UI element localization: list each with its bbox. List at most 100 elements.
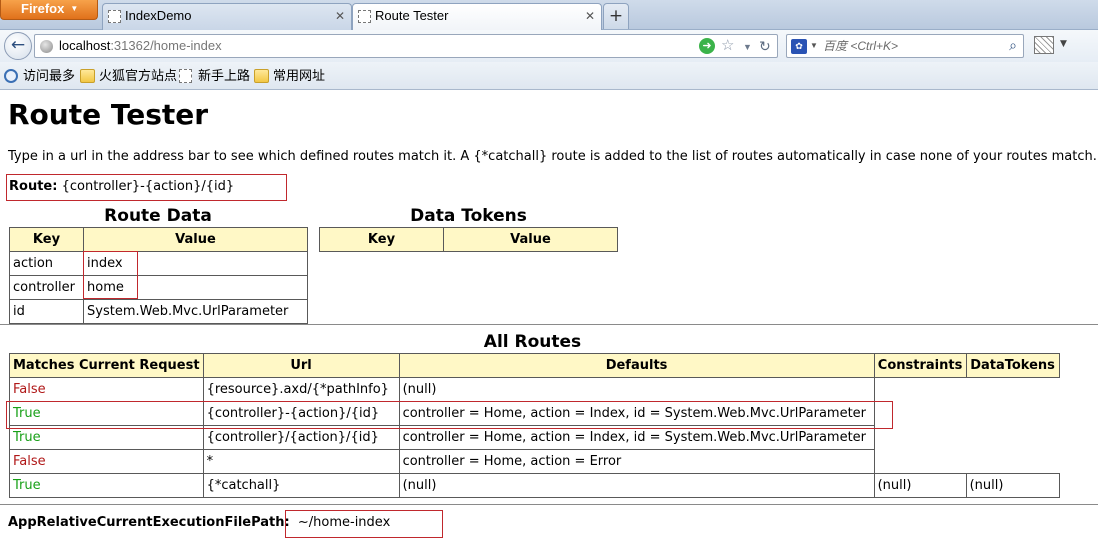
page-icon [358, 10, 371, 23]
constraints-cell [874, 450, 966, 474]
column-header: Key [319, 227, 444, 252]
table-row: controller home [9, 275, 308, 300]
tab-route-tester[interactable]: Route Tester ✕ [352, 3, 602, 31]
match-cell: False [9, 449, 204, 474]
table-cell: id [9, 299, 84, 324]
close-icon[interactable]: ✕ [335, 4, 345, 28]
column-header: Matches Current Request [9, 353, 204, 378]
tokens-cell [966, 402, 1059, 426]
column-header: Value [83, 227, 308, 252]
table-cell: controller [9, 275, 84, 300]
column-header: DataTokens [965, 353, 1060, 378]
bookmark-common-sites[interactable]: 常用网址 [254, 67, 325, 85]
table-row: True {controller}/{action}/{id} controll… [9, 425, 1060, 450]
tokens-cell: (null) [965, 473, 1060, 498]
bookmark-label: 访问最多 [23, 68, 76, 83]
constraints-cell [874, 426, 966, 450]
intro-text: Type in a url in the address bar to see … [8, 149, 1097, 164]
tab-title: IndexDemo [125, 8, 192, 23]
table-cell: action [9, 251, 84, 276]
current-route: Route: {controller}-{action}/{id} [9, 179, 234, 195]
folder-icon [80, 69, 95, 83]
column-header: Constraints [873, 353, 967, 378]
table-row: False * controller = Home, action = Erro… [9, 449, 1060, 474]
execution-path-label: AppRelativeCurrentExecutionFilePath: [8, 515, 290, 530]
address-bar[interactable]: localhost:31362/home-index ➜ ☆ ▼ ↻ [34, 34, 778, 58]
page-icon [108, 10, 121, 23]
defaults-cell: (null) [398, 473, 875, 498]
tokens-cell [966, 426, 1059, 450]
route-label: Route: [9, 179, 58, 194]
globe-icon [40, 40, 53, 53]
url-cell: * [202, 449, 400, 474]
bookmark-label: 火狐官方站点 [99, 68, 178, 83]
route-data-highlight-box [83, 251, 138, 299]
firefox-menu-label: Firefox [21, 1, 65, 16]
url-cell: {resource}.axd/{*pathInfo} [202, 377, 400, 402]
most-visited-icon [4, 69, 18, 83]
table-row: True {*catchall} (null) (null) (null) [9, 473, 1060, 498]
table-header-row: Key Value [9, 227, 308, 252]
tab-strip: Firefox ▼ IndexDemo ✕ Route Tester ✕ + [0, 0, 1098, 31]
match-cell: False [9, 377, 204, 402]
chevron-down-icon[interactable]: ▼ [810, 41, 818, 50]
paw-icon[interactable]: ✿ [791, 39, 807, 54]
column-header: Value [443, 227, 618, 252]
table-header-row: Key Value [319, 227, 618, 252]
table-row: id System.Web.Mvc.UrlParameter [9, 299, 308, 324]
new-tab-button[interactable]: + [603, 3, 629, 29]
constraints-cell: (null) [873, 473, 967, 498]
toolbar-addon-icon[interactable] [1034, 36, 1054, 54]
page-content: Route Tester Type in a url in the addres… [0, 91, 1098, 543]
search-icon[interactable]: ⌕ [1009, 37, 1017, 54]
url-input[interactable]: localhost:31362/home-index [59, 35, 222, 57]
arrow-left-icon: ← [10, 35, 26, 55]
tokens-cell [966, 378, 1059, 402]
navigation-toolbar: ← localhost:31362/home-index ➜ ☆ ▼ ↻ ✿ ▼… [0, 30, 1098, 62]
defaults-cell: controller = Home, action = Index, id = … [398, 425, 875, 450]
route-value: {controller}-{action}/{id} [61, 179, 235, 194]
chevron-down-icon[interactable]: ▼ [743, 36, 752, 58]
column-header: Url [202, 353, 400, 378]
constraints-cell [874, 378, 966, 402]
column-header: Key [9, 227, 84, 252]
defaults-cell: controller = Home, action = Error [398, 449, 875, 474]
go-arrow-icon[interactable]: ➜ [699, 38, 715, 54]
bookmarks-toolbar: 访问最多 火狐官方站点 新手上路 常用网址 [0, 62, 1098, 90]
tokens-cell [966, 450, 1059, 474]
url-path: :31362/home-index [110, 38, 222, 53]
section-divider [0, 504, 1098, 505]
star-icon[interactable]: ☆ [721, 35, 734, 57]
matched-route-highlight-box [6, 401, 893, 429]
folder-icon [254, 69, 269, 83]
table-row: action index [9, 251, 308, 276]
section-divider [0, 324, 1098, 325]
tab-indexdemo[interactable]: IndexDemo ✕ [102, 3, 352, 30]
route-data-table: Key Value action index controller home i… [9, 227, 308, 324]
url-host: localhost [59, 38, 111, 53]
match-cell: True [9, 425, 204, 450]
url-cell: {controller}/{action}/{id} [202, 425, 400, 450]
match-cell: True [9, 473, 204, 498]
chevron-down-icon[interactable]: ▼ [1060, 39, 1067, 49]
search-bar[interactable]: ✿ ▼ 百度 <Ctrl+K> ⌕ [786, 34, 1024, 58]
data-tokens-caption: Data Tokens [410, 206, 527, 226]
route-data-caption: Route Data [104, 206, 212, 226]
table-header-row: Matches Current Request Url Defaults Con… [9, 353, 1060, 378]
column-header: Defaults [398, 353, 875, 378]
page-icon [179, 69, 192, 83]
bookmark-firefox-official[interactable]: 火狐官方站点 [80, 67, 177, 85]
bookmark-getting-started[interactable]: 新手上路 [179, 67, 250, 85]
execution-path-highlight-box [285, 510, 443, 538]
tab-title: Route Tester [375, 8, 449, 23]
page-title: Route Tester [8, 98, 209, 131]
search-input[interactable]: 百度 <Ctrl+K> [823, 35, 898, 57]
back-button[interactable]: ← [4, 32, 32, 60]
close-icon[interactable]: ✕ [585, 4, 595, 28]
bookmark-label: 常用网址 [273, 68, 326, 83]
bookmark-most-visited[interactable]: 访问最多 [4, 67, 75, 85]
reload-icon[interactable]: ↻ [759, 35, 771, 57]
url-cell: {*catchall} [202, 473, 400, 498]
firefox-menu-button[interactable]: Firefox ▼ [0, 0, 98, 20]
defaults-cell: (null) [398, 377, 875, 402]
